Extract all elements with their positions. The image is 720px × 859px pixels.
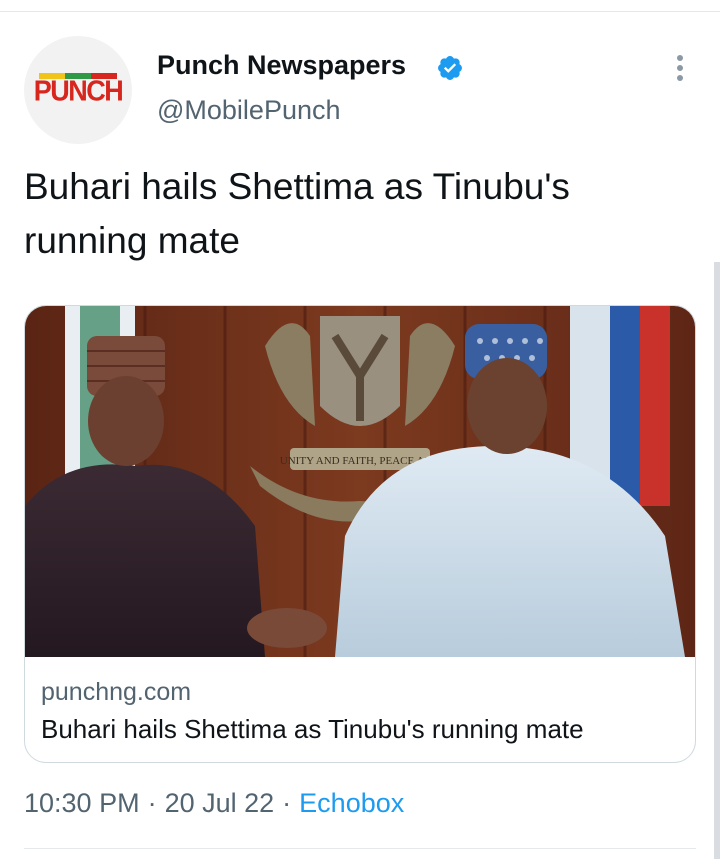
card-domain: punchng.com xyxy=(41,678,192,706)
card-image[interactable]: UNITY AND FAITH, PEACE AND xyxy=(25,306,695,657)
card-title: Buhari hails Shettima as Tinubu's runnin… xyxy=(41,714,584,744)
meta-separator: · xyxy=(282,788,292,818)
punch-logo: PUNCH xyxy=(33,70,124,110)
author-handle[interactable]: @MobilePunch xyxy=(157,95,341,126)
tweet-time[interactable]: 10:30 PM xyxy=(24,788,140,818)
tweet-source-link[interactable]: Echobox xyxy=(299,788,404,818)
bottom-divider xyxy=(24,848,696,849)
scrollbar[interactable] xyxy=(714,262,720,859)
author-name[interactable]: Punch Newspapers xyxy=(157,50,406,81)
top-divider xyxy=(0,11,720,12)
logo-text: PUNCH xyxy=(33,75,124,107)
tweet-meta: 10:30 PM · 20 Jul 22 · Echobox xyxy=(24,788,404,819)
meta-separator: · xyxy=(147,788,157,818)
tweet-text: Buhari hails Shettima as Tinubu's runnin… xyxy=(24,166,570,261)
tweet-date[interactable]: 20 Jul 22 xyxy=(165,788,275,818)
link-card[interactable]: UNITY AND FAITH, PEACE AND punchng.com B… xyxy=(24,305,696,763)
more-options-icon[interactable] xyxy=(668,52,692,84)
avatar[interactable]: PUNCH xyxy=(24,36,132,144)
verified-badge-icon xyxy=(438,56,462,80)
